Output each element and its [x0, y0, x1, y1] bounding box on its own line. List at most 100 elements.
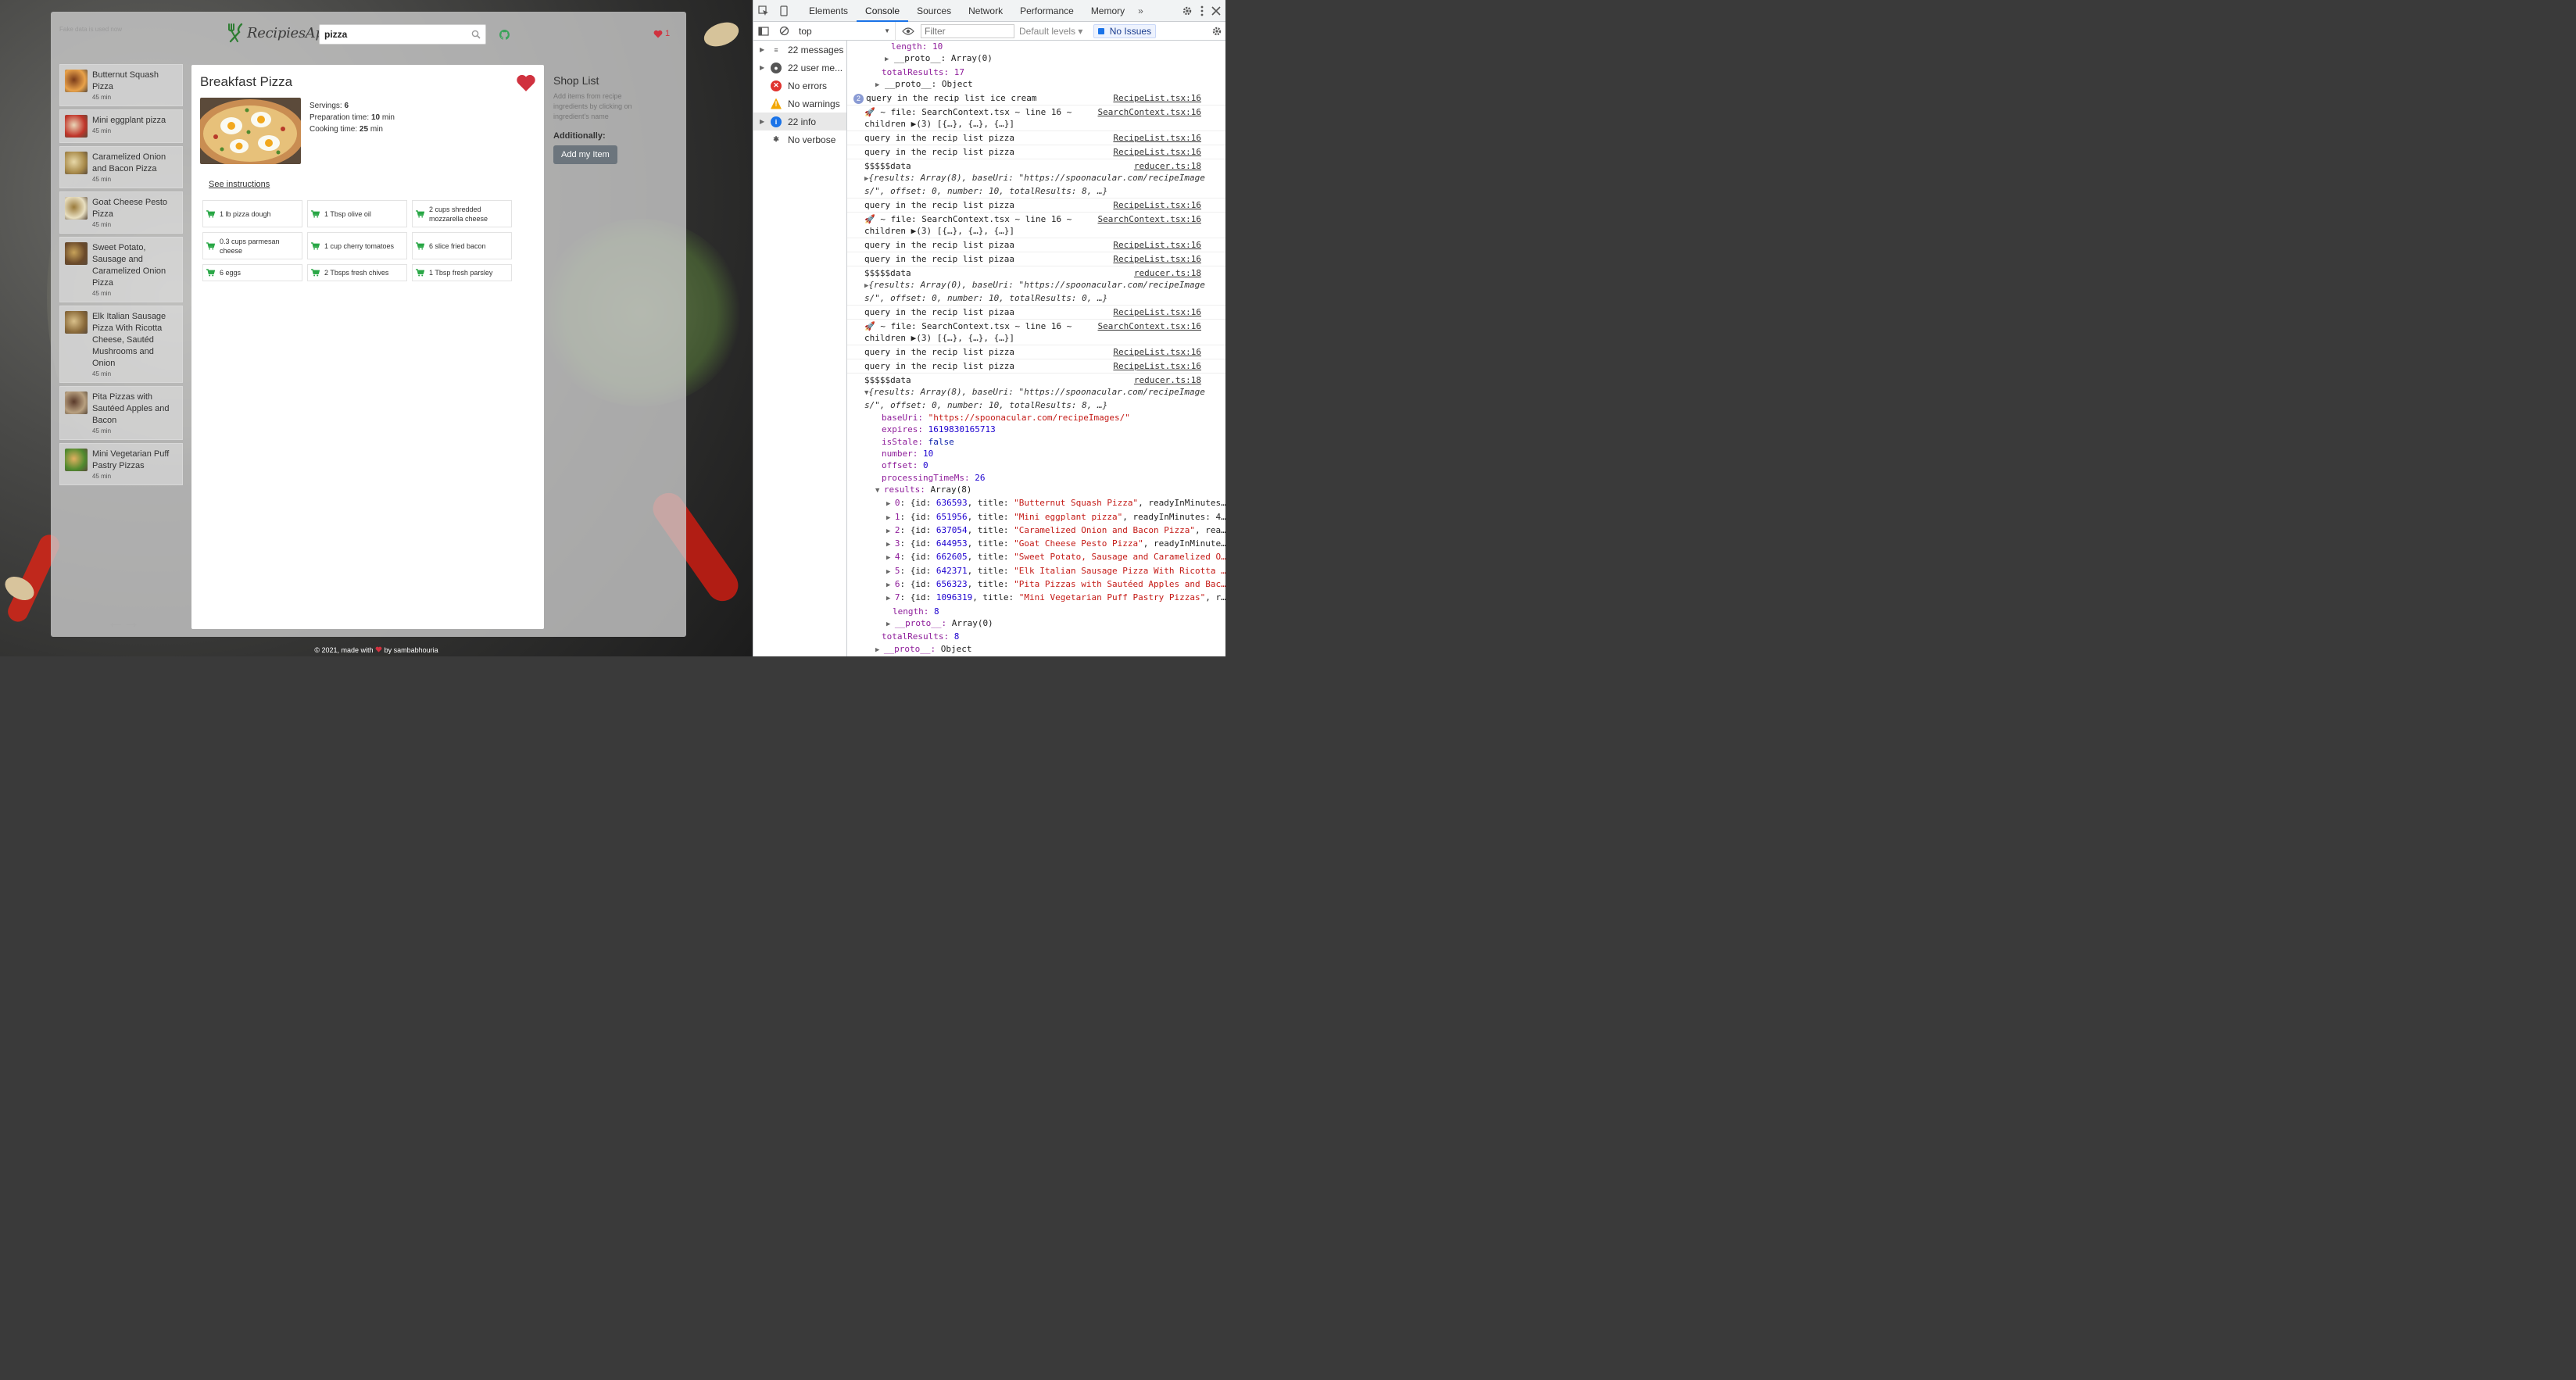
ingredient-item[interactable]: 1 lb pizza dough — [202, 200, 302, 227]
expand-arrow-icon[interactable]: ▶ — [886, 541, 895, 549]
device-toolbar-icon[interactable] — [774, 0, 794, 22]
result-item[interactable]: ▶ 6: {id: 656323, title: "Pita Pizzas wi… — [847, 578, 1225, 592]
console-filter-info[interactable]: ▶ i 22 info — [753, 113, 846, 130]
source-link[interactable]: RecipeList.tsx:16 — [1113, 253, 1201, 265]
source-link[interactable]: reducer.ts:18 — [1134, 160, 1201, 172]
see-instructions-link[interactable]: See instructions — [209, 180, 270, 189]
log-object[interactable]: ▶{results: Array(0), baseUri: "https://s… — [864, 279, 1219, 292]
ingredient-item[interactable]: 1 Tbsp olive oil — [307, 200, 407, 227]
log-children[interactable]: children ▶(3) [{…}, {…}, {…}] — [864, 225, 1219, 237]
recipe-list-item[interactable]: Butternut Squash Pizza 45 min — [59, 64, 183, 106]
console-filter-bug[interactable]: ✱ No verbose — [753, 130, 846, 148]
ingredient-item[interactable]: 2 Tbsps fresh chives — [307, 264, 407, 281]
recipe-list-item[interactable]: Caramelized Onion and Bacon Pizza 45 min — [59, 146, 183, 188]
expand-arrow-icon[interactable]: ▶ — [886, 527, 895, 535]
console-filter-warning[interactable]: ! No warnings — [753, 95, 846, 113]
result-item[interactable]: ▶ 4: {id: 662605, title: "Sweet Potato, … — [847, 551, 1225, 564]
log-object[interactable]: ▶{results: Array(8), baseUri: "https://s… — [864, 172, 1219, 185]
recipe-list-item[interactable]: Elk Italian Sausage Pizza With Ricotta C… — [59, 306, 183, 383]
expand-arrow-icon[interactable]: ▶ — [875, 81, 879, 89]
favorites-counter[interactable]: 1 — [653, 29, 670, 38]
add-my-item-button[interactable]: Add my Item — [553, 145, 617, 164]
source-link[interactable]: SearchContext.tsx:16 — [1098, 106, 1201, 118]
ingredient-item[interactable]: 1 Tbsp fresh parsley — [412, 264, 512, 281]
source-link[interactable]: RecipeList.tsx:16 — [1113, 132, 1201, 144]
source-link[interactable]: reducer.ts:18 — [1134, 267, 1201, 279]
close-icon[interactable] — [1211, 5, 1221, 16]
log-children[interactable]: children ▶(3) [{…}, {…}, {…}] — [864, 332, 1219, 344]
log-children[interactable]: children ▶(3) [{…}, {…}, {…}] — [864, 118, 1219, 130]
source-link[interactable]: RecipeList.tsx:16 — [1113, 239, 1201, 251]
source-link[interactable]: RecipeList.tsx:16 — [1113, 146, 1201, 158]
expand-arrow-icon[interactable]: ▶ — [886, 554, 895, 562]
recipe-list-item[interactable]: Pita Pizzas with Sautéed Apples and Baco… — [59, 386, 183, 440]
gear-icon[interactable] — [1182, 5, 1193, 16]
ingredient-item[interactable]: 0.3 cups parmesan cheese — [202, 232, 302, 259]
eye-icon[interactable] — [902, 27, 914, 36]
issues-button[interactable]: No Issues — [1093, 23, 1157, 38]
source-link[interactable]: reducer.ts:18 — [1134, 374, 1201, 386]
expand-arrow-icon[interactable]: ▶ — [886, 595, 895, 602]
kebab-menu-icon[interactable] — [1200, 5, 1204, 16]
pagination-arrows-icon[interactable]: ← → — [107, 612, 140, 632]
app-logo[interactable]: RecipiesApp — [226, 23, 333, 43]
source-link[interactable]: RecipeList.tsx:16 — [1113, 360, 1201, 372]
ingredient-item[interactable]: 2 cups shredded mozzarella cheese — [412, 200, 512, 227]
expand-arrow-icon[interactable]: ▼ — [875, 487, 884, 495]
expand-arrow-icon[interactable]: ▶ — [886, 568, 895, 576]
ingredient-item[interactable]: 1 cup cherry tomatoes — [307, 232, 407, 259]
object-property[interactable]: ▶ __proto__: Object — [847, 643, 1225, 656]
expand-arrow-icon[interactable]: ▶ — [885, 55, 889, 63]
search-box[interactable] — [319, 24, 486, 45]
console-filter-error[interactable]: ✕ No errors — [753, 77, 846, 95]
expand-arrow-icon[interactable]: ▶ — [886, 581, 895, 589]
console-filter-list[interactable]: ▶ ≡ 22 messages — [753, 41, 846, 59]
tab-elements[interactable]: Elements — [800, 0, 857, 22]
cart-icon — [416, 209, 424, 217]
tab-memory[interactable]: Memory — [1082, 0, 1133, 22]
source-link[interactable]: SearchContext.tsx:16 — [1098, 320, 1201, 332]
tab-console[interactable]: Console — [857, 0, 909, 22]
context-selector[interactable]: top ▼ — [794, 21, 896, 41]
result-item[interactable]: ▶ 3: {id: 644953, title: "Goat Cheese Pe… — [847, 538, 1225, 551]
ingredient-item[interactable]: 6 slice fried bacon — [412, 232, 512, 259]
result-item[interactable]: ▶ 2: {id: 637054, title: "Caramelized On… — [847, 524, 1225, 538]
github-icon[interactable] — [499, 30, 510, 40]
expand-arrow-icon[interactable]: ▶ — [886, 500, 895, 508]
result-item[interactable]: ▶ 1: {id: 651956, title: "Mini eggplant … — [847, 511, 1225, 524]
log-levels-dropdown[interactable]: Default levels ▾ — [1019, 26, 1082, 37]
sidebar-toggle-icon[interactable] — [753, 22, 774, 41]
source-link[interactable]: RecipeList.tsx:16 — [1113, 92, 1201, 104]
expand-arrow-icon[interactable]: ▶ — [875, 646, 884, 654]
recipe-title: Breakfast Pizza — [200, 74, 293, 89]
tab-network[interactable]: Network — [960, 0, 1011, 22]
ingredient-item[interactable]: 6 eggs — [202, 264, 302, 281]
console-settings-gear-icon[interactable] — [1211, 26, 1222, 37]
recipe-list-item[interactable]: Mini Vegetarian Puff Pastry Pizzas 45 min — [59, 443, 183, 485]
tab-sources[interactable]: Sources — [908, 0, 960, 22]
search-input[interactable] — [324, 29, 471, 40]
expand-arrow-icon[interactable]: ▶ — [886, 514, 895, 522]
console-filter-input[interactable] — [921, 23, 1014, 38]
clear-console-icon[interactable] — [774, 22, 794, 41]
inspect-element-icon[interactable] — [753, 0, 774, 22]
recipe-list-item[interactable]: Mini eggplant pizza 45 min — [59, 109, 183, 143]
source-link[interactable]: RecipeList.tsx:16 — [1113, 346, 1201, 358]
result-item[interactable]: ▶ 0: {id: 636593, title: "Butternut Squa… — [847, 497, 1225, 510]
source-link[interactable]: RecipeList.tsx:16 — [1113, 306, 1201, 318]
tab-performance[interactable]: Performance — [1011, 0, 1082, 22]
source-link[interactable]: SearchContext.tsx:16 — [1098, 213, 1201, 225]
favorite-heart-icon[interactable] — [516, 73, 536, 92]
search-icon[interactable] — [471, 30, 481, 39]
object-property[interactable]: ▼ results: Array(8) — [847, 484, 1225, 497]
recipe-list-item[interactable]: Sweet Potato, Sausage and Caramelized On… — [59, 237, 183, 302]
recipe-list-item[interactable]: Goat Cheese Pesto Pizza 45 min — [59, 191, 183, 234]
source-link[interactable]: RecipeList.tsx:16 — [1113, 199, 1201, 211]
result-item[interactable]: ▶ 7: {id: 1096319, title: "Mini Vegetari… — [847, 592, 1225, 605]
object-property[interactable]: ▶ __proto__: Array(0) — [847, 617, 1225, 631]
log-object-expanded[interactable]: ▼{results: Array(8), baseUri: "https://s… — [864, 386, 1219, 399]
result-item[interactable]: ▶ 5: {id: 642371, title: "Elk Italian Sa… — [847, 565, 1225, 578]
expand-arrow-icon[interactable]: ▶ — [886, 620, 895, 628]
more-tabs-icon[interactable]: » — [1133, 5, 1148, 16]
console-filter-user[interactable]: ▶ ● 22 user me... — [753, 59, 846, 77]
